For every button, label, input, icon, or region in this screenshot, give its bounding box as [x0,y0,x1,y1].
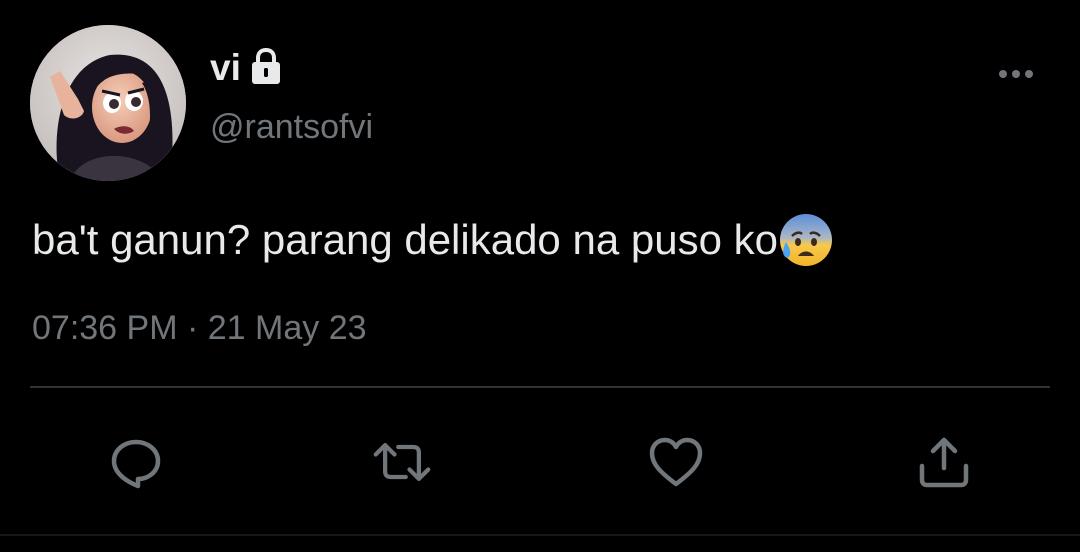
tweet-text: ba't ganun? parang delikado na puso ko [32,212,834,268]
retweet-icon [373,443,431,481]
display-name[interactable]: vi [210,49,241,86]
like-button[interactable] [646,432,706,492]
heart-icon [649,437,703,487]
tweet-date: 21 May 23 [207,309,367,347]
tweet-body: ba't ganun? parang delikado na puso ko [32,216,778,263]
timestamp-separator: · [186,309,199,347]
share-button[interactable] [914,432,974,492]
name-row: vi [210,42,283,92]
tweet-timestamp[interactable]: 07:36 PM · 21 May 23 [32,308,367,348]
user-handle[interactable]: @rantsofvi [210,110,373,144]
anxious-face-with-sweat-emoji [778,212,834,268]
reply-icon [111,439,161,489]
divider [30,386,1050,388]
tweet-container: vi @rantsofvi ba't ganun? parang delikad… [0,0,1080,552]
avatar[interactable] [30,25,186,181]
retweet-button[interactable] [372,432,432,492]
more-horizontal-icon[interactable] [996,62,1036,86]
reply-button[interactable] [106,432,166,492]
lock-icon [249,47,283,87]
bottom-divider [0,534,1080,536]
share-icon [919,437,969,488]
tweet-time: 07:36 PM [32,309,178,347]
avatar-image [30,25,186,181]
